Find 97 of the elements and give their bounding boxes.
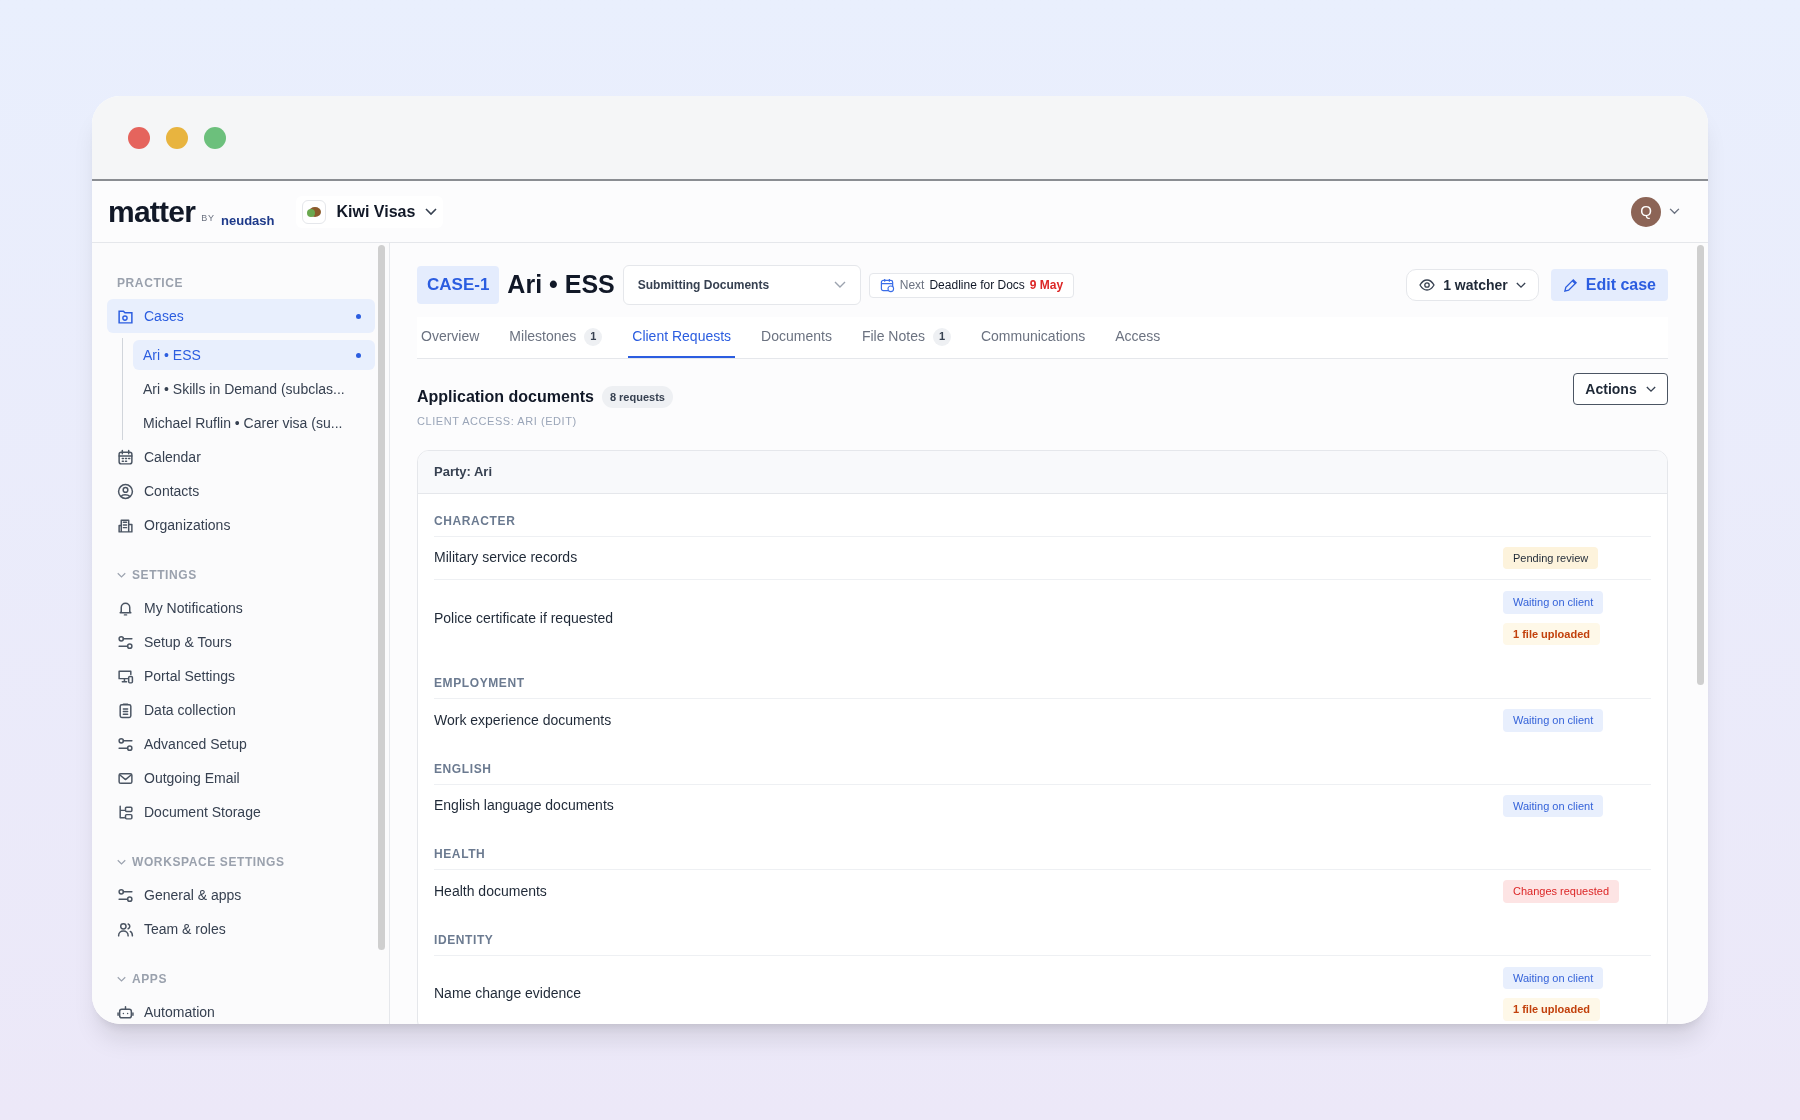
- upload-badge: 1 file uploaded: [1503, 998, 1600, 1021]
- eye-icon: [1419, 279, 1436, 291]
- upload-badge: 1 file uploaded: [1503, 622, 1600, 645]
- deadline-prefix: Next: [899, 277, 925, 294]
- group-heading: ENGLISH: [434, 761, 492, 776]
- nav-item[interactable]: Portal Settings: [107, 659, 375, 693]
- tab[interactable]: Milestones 1: [505, 317, 607, 358]
- building-icon: [117, 516, 134, 534]
- maker-logo: neudash: [221, 213, 275, 227]
- status-badge: Waiting on client: [1503, 794, 1604, 817]
- chevron-down-icon: [833, 281, 846, 289]
- users-icon: [117, 920, 134, 938]
- case-title: Ari • ESS: [507, 269, 615, 301]
- bell-icon: [117, 599, 134, 617]
- sliders-icon: [117, 886, 134, 904]
- monitor-phone-icon: [117, 667, 134, 685]
- status-badge: Changes requested: [1503, 880, 1619, 903]
- nav-item[interactable]: Calendar: [107, 440, 375, 474]
- count-badge: 1: [584, 327, 603, 346]
- deadline-chip[interactable]: Next Deadline for Docs 9 May: [868, 272, 1075, 298]
- request-title[interactable]: Police certificate if requested: [434, 607, 613, 629]
- deadline-label: Deadline for Docs: [929, 277, 1025, 294]
- nav-item[interactable]: Team & roles: [107, 912, 375, 946]
- calendar-clock-icon: [879, 277, 895, 293]
- pencil-icon: [1562, 277, 1578, 293]
- chevron-down-icon: [1515, 281, 1526, 289]
- user-circle-icon: [117, 482, 134, 500]
- chevron-down-icon[interactable]: [117, 857, 126, 867]
- status-badge: Waiting on client: [1503, 966, 1604, 989]
- request-title[interactable]: English language documents: [434, 795, 614, 817]
- status-badge: Waiting on client: [1503, 591, 1604, 614]
- nav-item[interactable]: Contacts: [107, 474, 375, 508]
- case-item[interactable]: Ari • Skills in Demand (subclas...: [133, 374, 375, 404]
- nav-item[interactable]: Document Storage: [107, 795, 375, 829]
- nav-item[interactable]: General & apps: [107, 878, 375, 912]
- tab[interactable]: Client Requests: [628, 317, 736, 358]
- folder-search-icon: [117, 307, 134, 325]
- nav-item[interactable]: Automation: [107, 995, 375, 1024]
- deadline-date: 9 May: [1029, 277, 1064, 294]
- case-item[interactable]: Ari • ESS: [133, 340, 375, 370]
- folder-tree-icon: [117, 803, 134, 821]
- request-title[interactable]: Name change evidence: [434, 983, 582, 1004]
- case-id-badge: CASE-1: [417, 266, 500, 304]
- group-heading: EMPLOYMENT: [434, 676, 525, 690]
- group-heading: IDENTITY: [434, 932, 494, 947]
- nav-item[interactable]: Organizations: [107, 508, 375, 542]
- client-access-text: CLIENT ACCESS: ARI (EDIT): [417, 414, 578, 429]
- status-badge: Waiting on client: [1503, 709, 1604, 732]
- tab[interactable]: Documents: [757, 317, 836, 358]
- section-heading: WORKSPACE SETTINGS: [132, 854, 285, 871]
- request-title[interactable]: Military service records: [434, 547, 578, 569]
- actions-button[interactable]: Actions: [1573, 373, 1668, 405]
- section-heading: PRACTICE: [117, 275, 184, 292]
- chevron-down-icon[interactable]: [1669, 208, 1680, 215]
- edit-case-button[interactable]: Edit case: [1550, 269, 1668, 301]
- watcher-button[interactable]: 1 watcher: [1406, 269, 1539, 301]
- nav-item[interactable]: Outgoing Email: [107, 761, 375, 795]
- tab[interactable]: File Notes 1: [857, 317, 955, 358]
- section-heading: APPS: [132, 971, 168, 988]
- user-avatar[interactable]: Q: [1631, 196, 1661, 227]
- close-button[interactable]: [128, 126, 150, 149]
- nav-item[interactable]: Cases: [107, 299, 375, 333]
- scrollbar-thumb[interactable]: [1697, 245, 1704, 685]
- party-heading: Party: Ari: [434, 462, 493, 481]
- scrollbar-thumb[interactable]: [378, 245, 385, 950]
- section-title: Application documents: [417, 387, 594, 407]
- status-badge: Pending review: [1503, 546, 1599, 569]
- robot-icon: [117, 1003, 134, 1021]
- group-heading: HEALTH: [434, 847, 486, 861]
- chevron-down-icon[interactable]: [117, 570, 126, 580]
- tab[interactable]: Overview: [417, 317, 484, 358]
- sliders-icon: [117, 735, 134, 753]
- kiwi-icon: [302, 199, 327, 224]
- nav-item[interactable]: Setup & Tours: [107, 625, 375, 659]
- request-title[interactable]: Health documents: [434, 880, 547, 902]
- group-heading: CHARACTER: [434, 513, 516, 528]
- tab[interactable]: Communications: [976, 317, 1090, 358]
- nav-item[interactable]: Advanced Setup: [107, 727, 375, 761]
- tab[interactable]: Access: [1111, 317, 1165, 358]
- minimize-button[interactable]: [166, 126, 188, 149]
- section-heading: SETTINGS: [132, 567, 197, 584]
- nav-item[interactable]: Data collection: [107, 693, 375, 727]
- clipboard-icon: [117, 701, 134, 719]
- calendar-icon: [117, 448, 134, 466]
- case-item[interactable]: Michael Ruflin • Carer visa (su...: [133, 408, 375, 438]
- sliders-icon: [117, 633, 134, 651]
- count-badge: 1: [932, 327, 951, 346]
- maximize-button[interactable]: [204, 126, 226, 149]
- chevron-down-icon: [1645, 385, 1656, 393]
- chevron-down-icon: [425, 207, 438, 216]
- chevron-down-icon[interactable]: [117, 974, 126, 984]
- request-count: 8 requests: [601, 385, 673, 409]
- logo-by-text: BY: [201, 212, 215, 225]
- nav-item[interactable]: My Notifications: [107, 591, 375, 625]
- request-title[interactable]: Work experience documents: [434, 709, 612, 731]
- logo: matter: [108, 196, 196, 227]
- status-dropdown[interactable]: Submitting Documents: [622, 265, 861, 305]
